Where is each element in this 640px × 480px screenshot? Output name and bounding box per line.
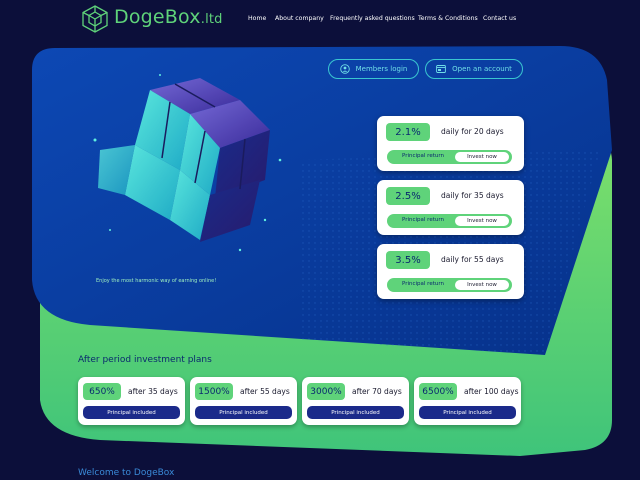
- plan-period: daily for 55 days: [441, 255, 504, 264]
- after-plan-card: 1500% after 55 days Principal included: [190, 377, 297, 425]
- plan-action-bar: Principal return Invest now: [387, 278, 512, 292]
- daily-plan-card: 3.5% daily for 55 days Principal return …: [377, 244, 524, 299]
- after-plan-card: 3000% after 70 days Principal included: [302, 377, 409, 425]
- plan-term: after 100 days: [464, 387, 519, 396]
- plan-period: daily for 20 days: [441, 127, 504, 136]
- cube-logo-icon[interactable]: [82, 5, 108, 33]
- invest-now-button[interactable]: Invest now: [455, 280, 509, 290]
- nav-about-company[interactable]: About company: [275, 15, 324, 22]
- tagline: Enjoy the most harmonic way of earning o…: [96, 278, 217, 284]
- plan-percentage: 6500%: [419, 383, 457, 400]
- nav-home[interactable]: Home: [248, 15, 266, 22]
- after-period-plans-title: After period investment plans: [78, 355, 212, 365]
- plan-rate: 3.5%: [386, 251, 430, 269]
- principal-return-label: Principal return: [402, 217, 445, 223]
- plan-period: daily for 35 days: [441, 191, 504, 200]
- invest-now-button[interactable]: Invest now: [455, 216, 509, 226]
- open-account-button[interactable]: Open an account: [425, 59, 523, 79]
- cube-illustration: [93, 74, 282, 252]
- principal-included-button[interactable]: Principal included: [83, 406, 180, 419]
- plan-term: after 70 days: [352, 387, 402, 396]
- brand-name[interactable]: DogeBox.ltd: [114, 6, 223, 28]
- after-plan-card: 6500% after 100 days Principal included: [414, 377, 521, 425]
- plan-percentage: 3000%: [307, 383, 345, 400]
- account-card-icon: [436, 65, 446, 73]
- open-account-label: Open an account: [452, 65, 512, 73]
- nav-contact-us[interactable]: Contact us: [483, 15, 516, 22]
- plan-percentage: 650%: [83, 383, 121, 400]
- principal-return-label: Principal return: [402, 153, 445, 159]
- members-login-button[interactable]: Members login: [328, 59, 419, 79]
- plan-term: after 55 days: [240, 387, 290, 396]
- welcome-heading: Welcome to DogeBox: [78, 468, 175, 478]
- members-login-label: Members login: [355, 65, 408, 73]
- daily-plan-card: 2.1% daily for 20 days Principal return …: [377, 116, 524, 171]
- principal-return-label: Principal return: [402, 281, 445, 287]
- plan-term: after 35 days: [128, 387, 178, 396]
- nav-faq[interactable]: Frequently asked questions: [330, 15, 415, 22]
- nav-terms[interactable]: Terms & Conditions: [418, 15, 478, 22]
- header: DogeBox.ltd Home About company Frequentl…: [0, 0, 640, 40]
- plan-percentage: 1500%: [195, 383, 233, 400]
- user-icon: [339, 64, 350, 74]
- plan-rate: 2.5%: [386, 187, 430, 205]
- principal-included-button[interactable]: Principal included: [307, 406, 404, 419]
- plan-rate: 2.1%: [386, 123, 430, 141]
- principal-included-button[interactable]: Principal included: [419, 406, 516, 419]
- after-plan-card: 650% after 35 days Principal included: [78, 377, 185, 425]
- principal-included-button[interactable]: Principal included: [195, 406, 292, 419]
- plan-action-bar: Principal return Invest now: [387, 150, 512, 164]
- invest-now-button[interactable]: Invest now: [455, 152, 509, 162]
- daily-plan-card: 2.5% daily for 35 days Principal return …: [377, 180, 524, 235]
- plan-action-bar: Principal return Invest now: [387, 214, 512, 228]
